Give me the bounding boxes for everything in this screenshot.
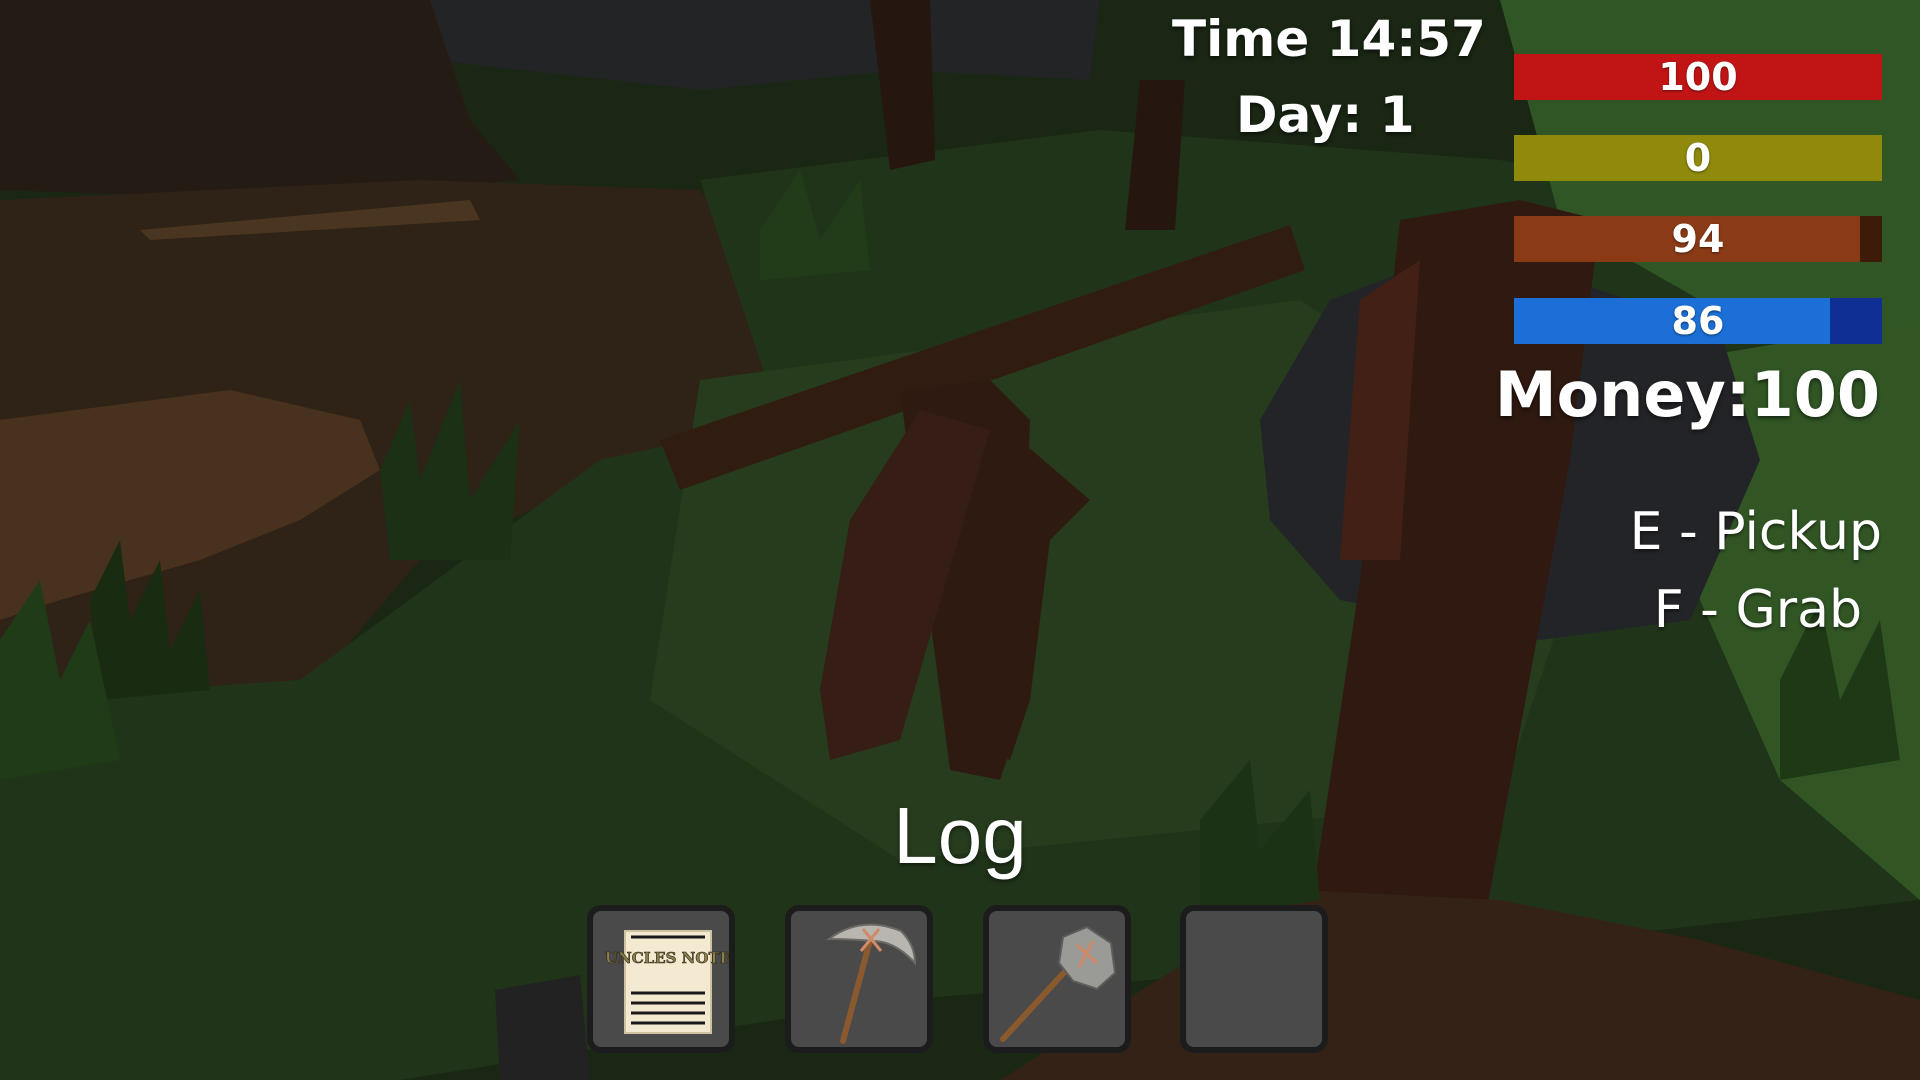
day-counter: Day: 1: [1236, 86, 1415, 144]
hotbar-slot-1[interactable]: UNCLES NOTE: [587, 905, 735, 1053]
hunger-value: 94: [1671, 217, 1725, 261]
hunger-bar: 94: [1514, 216, 1882, 262]
stone-axe-icon: [1000, 925, 1117, 1042]
money-display: Money:100: [1494, 358, 1880, 431]
stamina-value: 0: [1684, 136, 1712, 180]
thirst-value: 86: [1671, 299, 1725, 343]
uncles-note-icon: UNCLES NOTE: [605, 930, 729, 1034]
hotbar-slot-4[interactable]: [1180, 905, 1328, 1053]
hotbar-slot-3[interactable]: [983, 905, 1131, 1053]
hotbar-slot-2[interactable]: [785, 905, 933, 1053]
health-bar: 100: [1514, 54, 1882, 100]
stamina-bar: 0: [1514, 135, 1882, 181]
pickaxe-icon: [825, 923, 917, 1044]
thirst-bar: 86: [1514, 298, 1882, 344]
uncles-note-label: UNCLES NOTE: [605, 949, 729, 967]
time-display: Time 14:57: [1172, 10, 1486, 68]
health-value: 100: [1658, 55, 1738, 99]
selected-item-name: Log: [893, 791, 1027, 880]
pickup-prompt: E - Pickup: [1629, 502, 1882, 562]
grab-prompt: F - Grab: [1653, 580, 1862, 640]
